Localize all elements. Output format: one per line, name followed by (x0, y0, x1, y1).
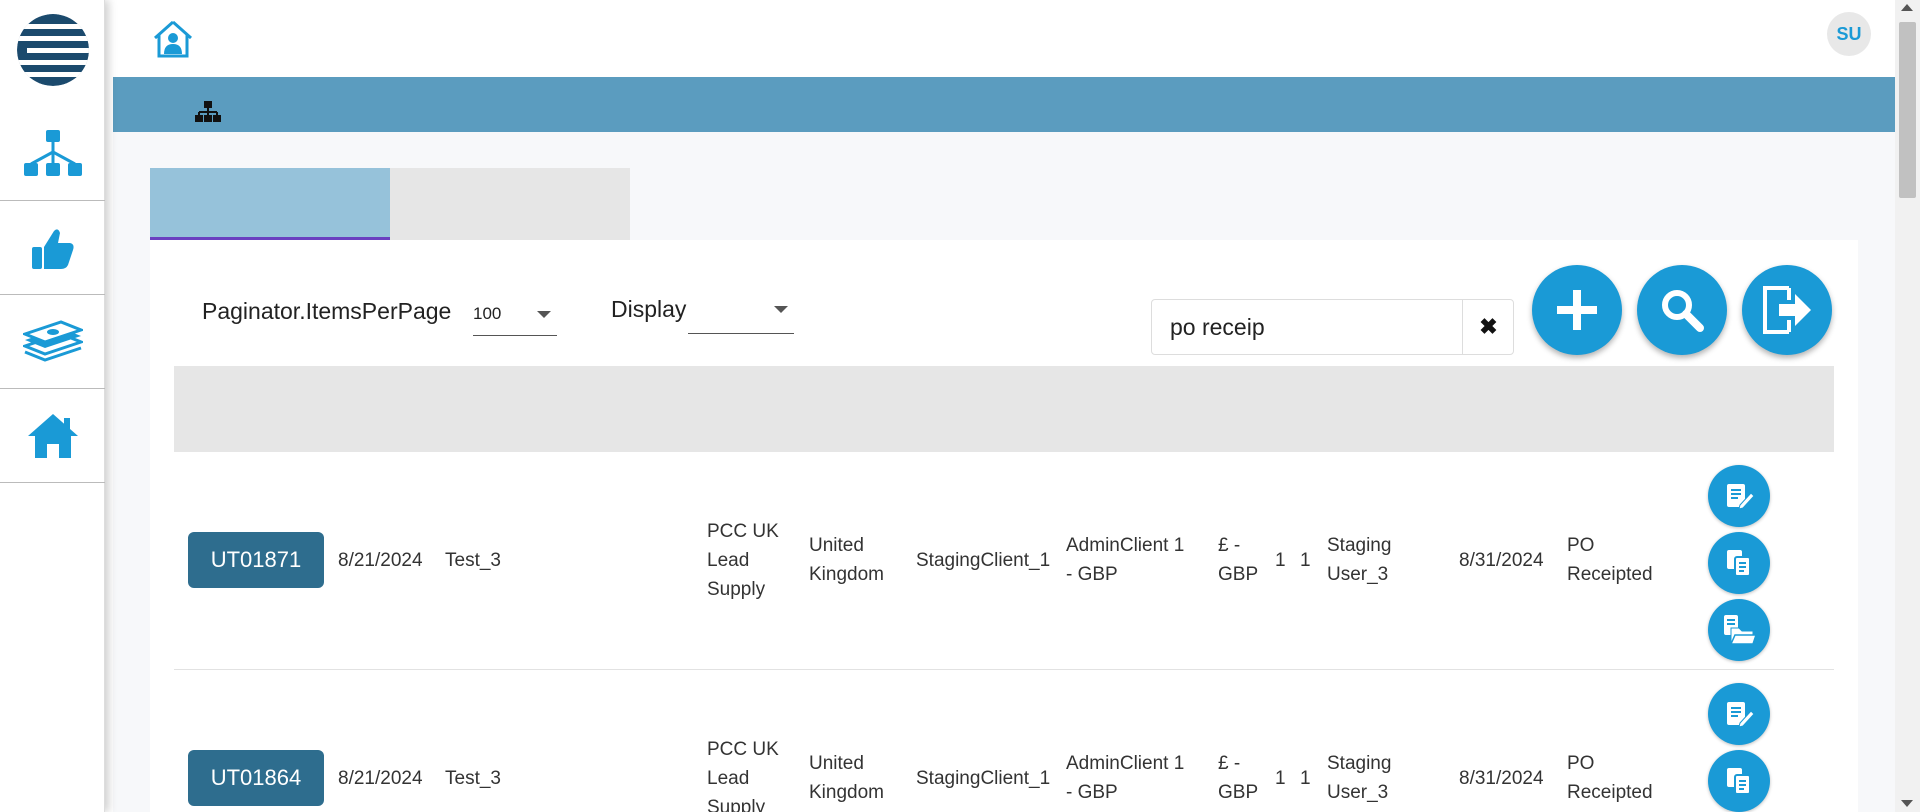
date-cell: 8/21/2024 (338, 550, 423, 571)
status-cell: PO Receipted (1567, 535, 1653, 585)
reference-button[interactable]: UT01864 (188, 750, 324, 806)
thumbs-up-icon (31, 228, 74, 269)
due-date-cell: 8/31/2024 (1459, 768, 1544, 789)
copy-document-icon (1727, 550, 1751, 577)
open-folder-document-icon (1724, 615, 1757, 645)
count-cell: 1 (1275, 768, 1286, 789)
edit-button[interactable] (1708, 683, 1770, 745)
status-cell: PO Receipted (1567, 753, 1653, 803)
user-cell: Staging User_3 (1327, 535, 1392, 585)
scroll-up-arrow-icon[interactable] (1901, 4, 1913, 11)
copy-button[interactable] (1708, 750, 1770, 812)
count-cell: 1 (1300, 768, 1311, 789)
table-row: UT01871 8/21/2024 Test_3 PCC UK Lead Suppl… (174, 452, 1834, 670)
admin-client-cell: AdminClient 1- GBP (1066, 535, 1185, 585)
money-stack-icon (22, 319, 83, 362)
org-chart-icon[interactable] (195, 101, 221, 128)
supplier-cell: PCC UK Lead Supply (707, 521, 779, 600)
sidebar (0, 0, 105, 812)
country-cell: United Kingdom (809, 753, 884, 803)
search-icon (1662, 290, 1704, 332)
striped-globe-logo-icon (17, 14, 89, 86)
hierarchy-icon (23, 130, 82, 176)
client-cell: StagingClient_1 (916, 768, 1051, 789)
count-cell: 1 (1275, 550, 1286, 571)
edit-document-icon (1727, 484, 1754, 510)
exit-icon (1763, 286, 1811, 334)
reference-button[interactable]: UT01871 (188, 532, 324, 588)
home-user-icon[interactable] (153, 20, 193, 63)
clear-search-button[interactable]: ✖ (1462, 300, 1514, 354)
tab-active[interactable] (150, 168, 390, 240)
plus-icon (1557, 290, 1597, 330)
search-box: ✖ (1151, 299, 1514, 355)
chevron-down-icon (537, 311, 551, 318)
copy-document-icon (1727, 768, 1751, 795)
search-button[interactable] (1637, 265, 1727, 355)
country-cell: United Kingdom (809, 535, 884, 585)
date-cell: 8/21/2024 (338, 768, 423, 789)
display-label: Display (611, 296, 687, 322)
logo[interactable] (17, 14, 89, 86)
avatar[interactable]: SU (1827, 12, 1871, 56)
supplier-cell: PCC UK Lead Supply (707, 739, 779, 812)
items-per-page-select[interactable]: 100 (473, 296, 557, 336)
display-select[interactable] (688, 292, 794, 334)
search-input[interactable] (1152, 300, 1462, 354)
sidebar-item-hierarchy[interactable] (0, 108, 105, 201)
client-cell: StagingClient_1 (916, 550, 1051, 571)
currency-cell: £ - GBP (1218, 535, 1259, 585)
due-date-cell: 8/31/2024 (1459, 550, 1544, 571)
table-header (174, 366, 1834, 452)
copy-button[interactable] (1708, 532, 1770, 594)
sidebar-item-approvals[interactable] (0, 201, 105, 295)
add-button[interactable] (1532, 265, 1622, 355)
currency-cell: £ - GBP (1218, 753, 1259, 803)
home-icon (27, 413, 78, 458)
name-cell: Test_3 (445, 550, 501, 571)
items-per-page-label: Paginator.ItemsPerPage (202, 298, 452, 324)
navigation-bar (113, 77, 1895, 132)
tab-inactive[interactable] (390, 168, 630, 240)
sidebar-item-finance[interactable] (0, 295, 105, 389)
scrollbar-thumb[interactable] (1899, 22, 1916, 198)
top-bar: SU (105, 0, 1895, 77)
chevron-down-icon (774, 306, 788, 313)
edit-document-icon (1727, 702, 1754, 728)
table-row: UT01864 8/21/2024 Test_3 PCC UK Lead Suppl… (174, 670, 1834, 812)
open-button[interactable] (1708, 599, 1770, 661)
count-cell: 1 (1300, 550, 1311, 571)
admin-client-cell: AdminClient 1- GBP (1066, 753, 1185, 803)
items-per-page-value: 100 (473, 304, 502, 323)
exit-button[interactable] (1742, 265, 1832, 355)
user-cell: Staging User_3 (1327, 753, 1392, 803)
close-icon: ✖ (1479, 314, 1498, 339)
edit-button[interactable] (1708, 465, 1770, 527)
sidebar-item-home[interactable] (0, 389, 105, 483)
scroll-down-arrow-icon[interactable] (1901, 800, 1913, 807)
name-cell: Test_3 (445, 768, 501, 789)
